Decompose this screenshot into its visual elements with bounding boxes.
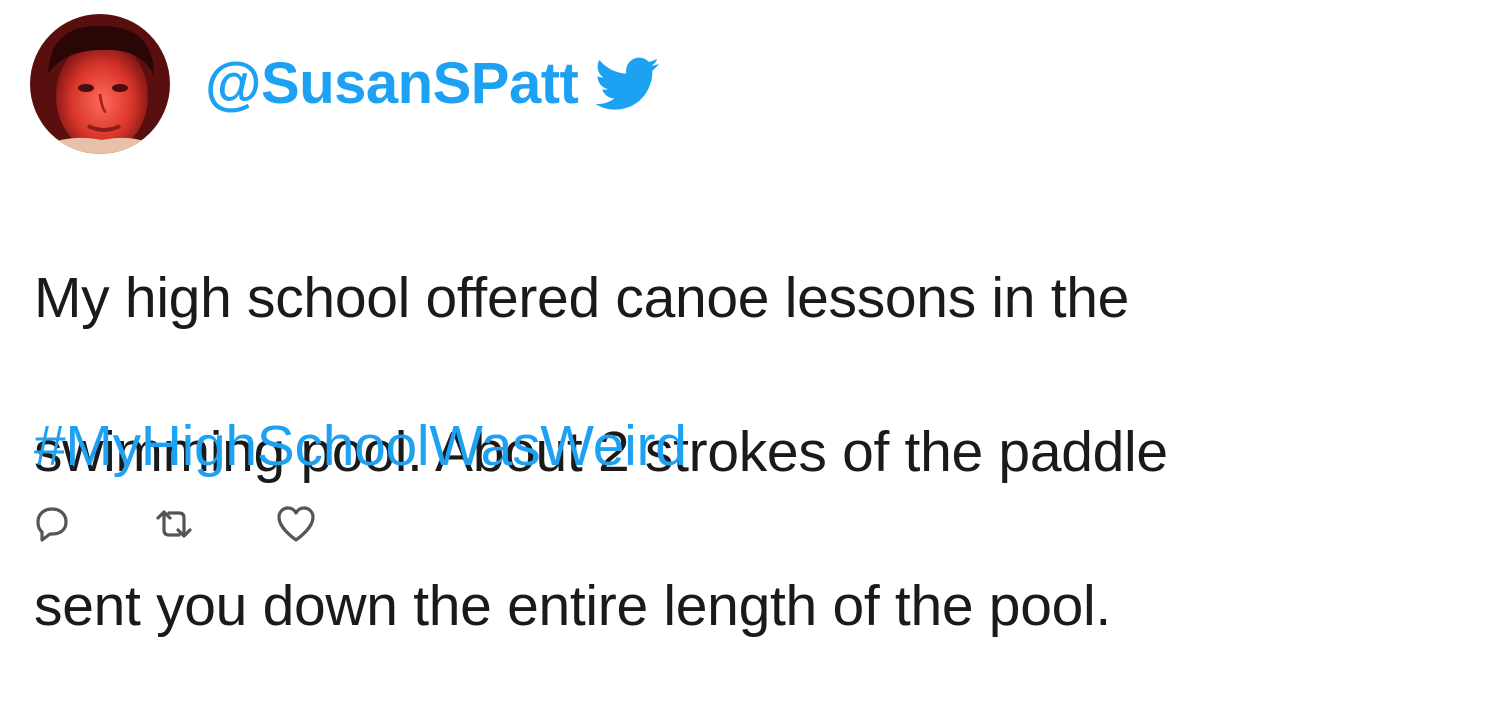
like-icon[interactable] [274, 502, 318, 546]
tweet-text-line: sent you down the entire length of the p… [34, 574, 1111, 638]
hashtag-link[interactable]: #MyHighSchoolWasWeird [34, 414, 687, 478]
tweet-card: @SusanSPatt My high school offered canoe… [0, 0, 1509, 638]
retweet-icon[interactable] [152, 502, 196, 546]
author-row: @SusanSPatt [205, 52, 660, 116]
tweet-text-line: My high school offered canoe lessons in … [34, 266, 1130, 330]
reply-icon[interactable] [30, 502, 74, 546]
author-handle[interactable]: @SusanSPatt [205, 52, 579, 116]
tweet-actions [30, 502, 396, 546]
avatar[interactable] [30, 14, 170, 154]
twitter-bird-icon [595, 57, 660, 111]
